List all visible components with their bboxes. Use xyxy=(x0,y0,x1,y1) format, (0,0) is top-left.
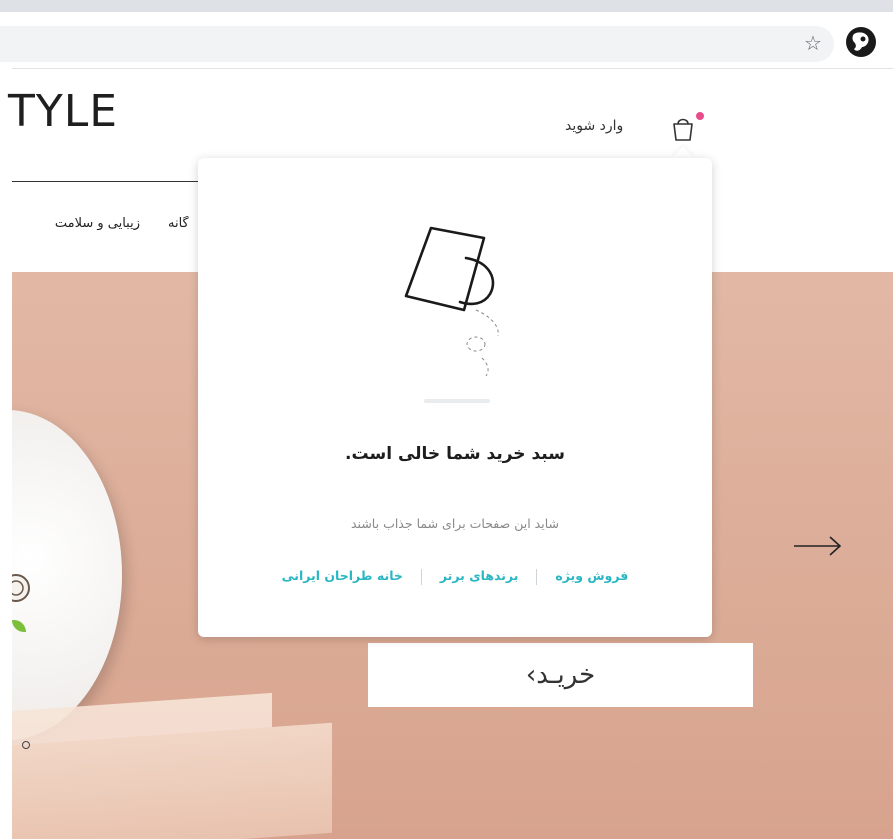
login-link[interactable]: وارد شوید xyxy=(565,118,623,134)
browser-tabstrip xyxy=(0,0,893,12)
link-special-sale[interactable]: فروش ویژه xyxy=(555,568,628,583)
profile-avatar-icon[interactable] xyxy=(844,25,878,59)
toolbar-divider xyxy=(12,68,893,69)
nav-item-home-label: گانه xyxy=(168,216,189,231)
illustration-shadow xyxy=(424,399,490,403)
bookmark-star-icon[interactable]: ☆ xyxy=(800,30,826,56)
empty-cart-subtitle: شاید این صفحات برای شما جذاب باشند xyxy=(351,516,559,531)
cart-icon[interactable] xyxy=(669,113,697,143)
buy-button[interactable]: خریـد› xyxy=(368,643,753,707)
cart-popup: سبد خرید شما خالی است. شاید این صفحات بر… xyxy=(198,158,712,637)
suggested-links: فروش ویژه برندهای برتر خانه طراحان ایرانی xyxy=(198,568,712,585)
header-divider xyxy=(12,181,207,182)
slider-dot[interactable] xyxy=(22,741,30,749)
product-seal-icon xyxy=(12,574,30,602)
link-iranian-designers[interactable]: خانه طراحان ایرانی xyxy=(282,568,403,583)
address-bar[interactable] xyxy=(0,26,834,62)
cart-count-badge xyxy=(694,110,706,122)
arrow-right-icon[interactable] xyxy=(792,534,844,558)
nav-item-home[interactable]: گانه xyxy=(168,216,198,231)
link-separator xyxy=(536,568,538,585)
empty-cart-title: سبد خرید شما خالی است. xyxy=(345,444,565,464)
site-logo[interactable]: TYLE xyxy=(8,86,118,137)
empty-bag-illustration xyxy=(404,226,499,377)
link-top-brands[interactable]: برندهای برتر xyxy=(440,568,519,583)
link-separator xyxy=(420,568,422,585)
nav-item-beauty-health[interactable]: زیبایی و سلامت xyxy=(6,216,140,231)
